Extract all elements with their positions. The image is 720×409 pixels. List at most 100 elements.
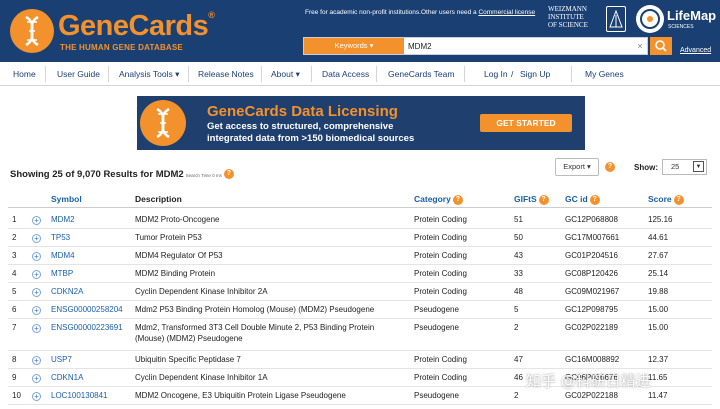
lifemap-icon xyxy=(636,5,664,33)
clear-search-icon[interactable]: × xyxy=(634,38,646,54)
gene-symbol-link[interactable]: MDM4 xyxy=(51,251,75,261)
table-row[interactable]: 3 + MDM4 MDM4 Regulator Of P53 Protein Codin… xyxy=(8,247,712,265)
gene-symbol-link[interactable]: LOC100130841 xyxy=(51,391,108,401)
gifts-score: 48 xyxy=(514,287,523,296)
gene-symbol-link[interactable]: ENSG00000258204 xyxy=(51,305,123,315)
col-head-description: Description xyxy=(135,194,182,204)
table-row[interactable]: 7 + ENSG00000223691 Mdm2, Transformed 3T3 C… xyxy=(8,319,712,351)
expand-row-icon[interactable]: + xyxy=(32,324,41,333)
gifts-score: 33 xyxy=(514,269,523,278)
col-head-category[interactable]: Category? xyxy=(414,194,463,205)
nav-analysis-tools[interactable]: Analysis Tools ▾ xyxy=(119,62,179,86)
gene-symbol-link[interactable]: MDM2 xyxy=(51,215,75,225)
gene-description: (Mouse) (MDM2) Pseudogene xyxy=(135,334,243,343)
help-icon[interactable]: ? xyxy=(452,194,463,205)
weizmann-logo[interactable]: WEIZMANN INSTITUTE OF SCIENCE xyxy=(548,5,626,35)
col-head-gc-id[interactable]: GC id? xyxy=(565,194,600,205)
table-row[interactable]: 6 + ENSG00000258204 Mdm2 P53 Binding Protei… xyxy=(8,301,712,319)
expand-row-icon[interactable]: + xyxy=(32,234,41,243)
search-bar: Keywords ▾ × xyxy=(303,37,648,55)
nav-divider xyxy=(571,66,572,82)
nav-data-access[interactable]: Data Access xyxy=(322,62,369,86)
row-number: 8 xyxy=(12,355,17,364)
gc-id: GC16M008892 xyxy=(565,355,620,364)
table-row[interactable]: 4 + MTBP MDM2 Binding Protein Protein Coding… xyxy=(8,265,712,283)
gifts-score: 2 xyxy=(514,323,519,332)
relevance-score: 12.37 xyxy=(648,355,669,364)
get-started-button[interactable]: GET STARTED xyxy=(480,114,572,132)
col-head-gifts[interactable]: GIFtS? xyxy=(514,194,549,205)
nav-about[interactable]: About ▾ xyxy=(271,62,300,86)
genecards-logo[interactable]: GeneCards® THE HUMAN GENE DATABASE xyxy=(10,9,220,54)
nav-sign-up[interactable]: Sign Up xyxy=(520,62,550,86)
gene-description: MDM2 Binding Protein xyxy=(135,269,216,278)
expand-row-icon[interactable]: + xyxy=(32,306,41,315)
nav-my-genes[interactable]: My Genes xyxy=(585,62,624,86)
dna-icon xyxy=(10,9,54,53)
table-row[interactable]: 8 + USP7 Ubiquitin Specific Peptidase 7 Prot… xyxy=(8,351,712,369)
expand-row-icon[interactable]: + xyxy=(32,252,41,261)
gene-category: Protein Coding xyxy=(414,233,467,242)
gene-symbol-link[interactable]: USP7 xyxy=(51,355,72,365)
table-row[interactable]: 5 + CDKN2A Cyclin Dependent Kinase Inhibito… xyxy=(8,283,712,301)
gene-symbol-link[interactable]: CDKN1A xyxy=(51,373,83,383)
relevance-score: 125.16 xyxy=(648,215,673,224)
chevron-down-icon: ▼ xyxy=(693,161,704,172)
gifts-score: 50 xyxy=(514,233,523,242)
table-row[interactable]: 2 + TP53 Tumor Protein P53 Protein Coding 50 G… xyxy=(8,229,712,247)
expand-row-icon[interactable]: + xyxy=(32,288,41,297)
row-number: 5 xyxy=(12,287,17,296)
nav-user-guide[interactable]: User Guide xyxy=(57,62,100,86)
nav-divider xyxy=(376,66,377,82)
gene-symbol-link[interactable]: CDKN2A xyxy=(51,287,83,297)
search-input[interactable] xyxy=(408,38,628,54)
col-head-symbol[interactable]: Symbol xyxy=(51,194,82,204)
gc-id: GC02P022188 xyxy=(565,391,618,400)
nav-log-in[interactable]: Log In xyxy=(484,62,508,86)
nav-home[interactable]: Home xyxy=(13,62,36,86)
relevance-score: 15.00 xyxy=(648,305,669,314)
nav-divider xyxy=(464,66,465,82)
dna-icon xyxy=(140,100,186,146)
keywords-dropdown[interactable]: Keywords ▾ xyxy=(304,38,404,54)
nav-slash: / xyxy=(511,69,514,79)
nav-divider xyxy=(188,66,189,82)
export-dropdown[interactable]: Export ▾ xyxy=(555,158,599,176)
gifts-score: 5 xyxy=(514,305,519,314)
gene-symbol-link[interactable]: MTBP xyxy=(51,269,73,279)
help-icon[interactable]: ? xyxy=(223,169,234,180)
expand-row-icon[interactable]: + xyxy=(32,216,41,225)
search-button[interactable] xyxy=(650,37,672,55)
advanced-search-link[interactable]: Advanced xyxy=(680,47,711,54)
help-icon[interactable]: ? xyxy=(605,162,615,172)
expand-row-icon[interactable]: + xyxy=(32,270,41,279)
row-number: 2 xyxy=(12,233,17,242)
commercial-license-link[interactable]: Commercial license xyxy=(478,9,535,16)
gene-description: MDM2 Oncogene, E3 Ubiquitin Protein Liga… xyxy=(135,391,346,400)
help-icon[interactable]: ? xyxy=(589,194,600,205)
help-icon[interactable]: ? xyxy=(538,194,549,205)
expand-row-icon[interactable]: + xyxy=(32,356,41,365)
gene-category: Protein Coding xyxy=(414,287,467,296)
nav-release-notes[interactable]: Release Notes xyxy=(198,62,254,86)
table-row[interactable]: 1 + MDM2 MDM2 Proto-Oncogene Protein Coding 5… xyxy=(8,211,712,229)
main-nav: Home User Guide Analysis Tools ▾ Release… xyxy=(0,62,720,86)
nav-genecards-team[interactable]: GeneCards Team xyxy=(388,62,454,86)
gc-id: GC08P120426 xyxy=(565,269,618,278)
data-licensing-banner[interactable]: GeneCards Data Licensing Get access to s… xyxy=(137,96,585,150)
help-icon[interactable]: ? xyxy=(673,194,684,205)
gene-symbol-link[interactable]: TP53 xyxy=(51,233,70,243)
gene-category: Pseudogene xyxy=(414,391,459,400)
page-size-select[interactable]: 25 ▼ xyxy=(662,159,707,175)
export-help: ? xyxy=(605,162,615,172)
relevance-score: 19.88 xyxy=(648,287,669,296)
expand-row-icon[interactable]: + xyxy=(32,374,41,383)
lifemap-logo[interactable]: LifeMap SCIENCES xyxy=(636,5,716,35)
gene-category: Protein Coding xyxy=(414,373,467,382)
gc-id: GC09M021967 xyxy=(565,287,620,296)
relevance-score: 25.14 xyxy=(648,269,669,278)
expand-row-icon[interactable]: + xyxy=(32,392,41,401)
gene-symbol-link[interactable]: ENSG00000223691 xyxy=(51,323,123,333)
gene-description: Cyclin Dependent Kinase Inhibitor 2A xyxy=(135,287,268,296)
col-head-score[interactable]: Score? xyxy=(648,194,684,205)
